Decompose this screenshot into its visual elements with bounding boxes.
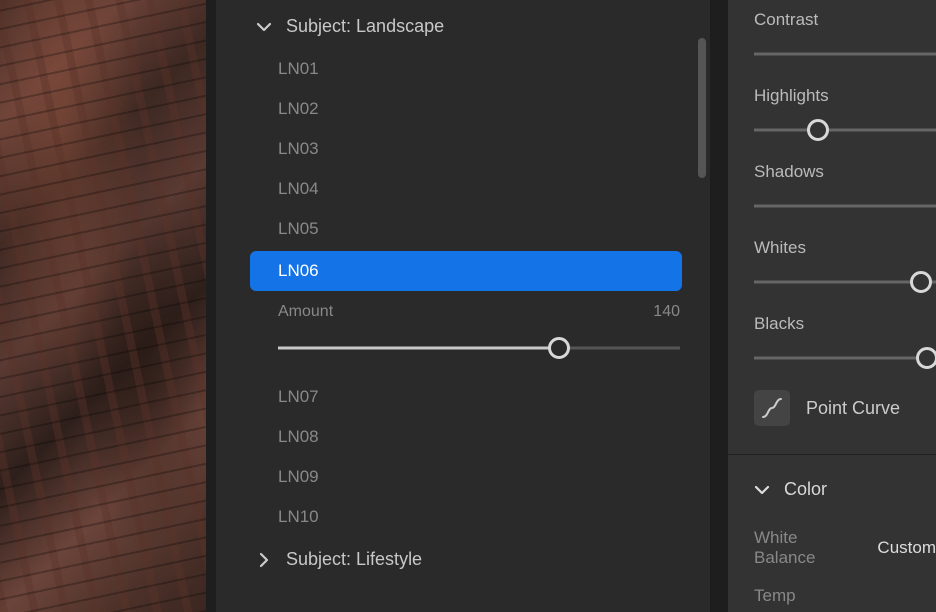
blacks-slider[interactable]: [754, 348, 936, 368]
contrast-slider[interactable]: [754, 44, 936, 64]
preset-item-ln06[interactable]: LN06: [250, 251, 682, 291]
blacks-label: Blacks: [754, 314, 936, 334]
color-header-label: Color: [784, 479, 827, 500]
preset-item-ln08[interactable]: LN08: [216, 417, 710, 457]
amount-value: 140: [653, 303, 680, 321]
amount-label: Amount: [278, 303, 333, 321]
panel-divider-mid[interactable]: [710, 0, 728, 612]
preset-item-ln01[interactable]: LN01: [216, 49, 710, 89]
preset-group-landscape[interactable]: Subject: Landscape: [216, 4, 710, 49]
section-divider: [728, 454, 936, 455]
blacks-slider-thumb[interactable]: [916, 347, 936, 369]
image-preview[interactable]: [0, 0, 206, 612]
panel-divider-left[interactable]: [206, 0, 216, 612]
chevron-right-icon: [256, 552, 272, 568]
amount-row: Amount 140: [216, 293, 710, 327]
chevron-down-icon: [754, 482, 770, 498]
highlights-label: Highlights: [754, 86, 936, 106]
shadows-label: Shadows: [754, 162, 936, 182]
whites-slider[interactable]: [754, 272, 936, 292]
preset-item-ln07[interactable]: LN07: [216, 377, 710, 417]
preset-item-ln09[interactable]: LN09: [216, 457, 710, 497]
curve-icon: [754, 390, 790, 426]
preset-item-ln02[interactable]: LN02: [216, 89, 710, 129]
point-curve-label: Point Curve: [806, 398, 900, 419]
presets-panel: Subject: Landscape LN01 LN02 LN03 LN04 L…: [216, 0, 710, 612]
contrast-label: Contrast: [754, 10, 936, 30]
chevron-down-icon: [256, 19, 272, 35]
preset-item-ln05[interactable]: LN05: [216, 209, 710, 249]
preset-group-label: Subject: Lifestyle: [286, 549, 422, 570]
preset-item-ln10[interactable]: LN10: [216, 497, 710, 537]
point-curve-button[interactable]: Point Curve: [754, 390, 936, 426]
highlights-slider[interactable]: [754, 120, 936, 140]
color-section-header[interactable]: Color: [754, 479, 936, 500]
whites-slider-thumb[interactable]: [910, 271, 932, 293]
shadows-slider[interactable]: [754, 196, 936, 216]
white-balance-value: Custom: [877, 538, 936, 558]
white-balance-row[interactable]: White Balance Custom: [754, 528, 936, 568]
preset-item-ln03[interactable]: LN03: [216, 129, 710, 169]
whites-label: Whites: [754, 238, 936, 258]
scrollbar-thumb[interactable]: [698, 38, 706, 178]
amount-slider[interactable]: [278, 337, 680, 359]
preset-item-ln04[interactable]: LN04: [216, 169, 710, 209]
preset-group-label: Subject: Landscape: [286, 16, 444, 37]
temp-label: Temp: [754, 586, 936, 606]
white-balance-label: White Balance: [754, 528, 859, 568]
amount-slider-thumb[interactable]: [548, 337, 570, 359]
highlights-slider-thumb[interactable]: [807, 119, 829, 141]
adjustments-panel: Contrast Highlights Shadows Whites Black…: [728, 0, 936, 612]
preset-group-lifestyle[interactable]: Subject: Lifestyle: [216, 537, 710, 582]
